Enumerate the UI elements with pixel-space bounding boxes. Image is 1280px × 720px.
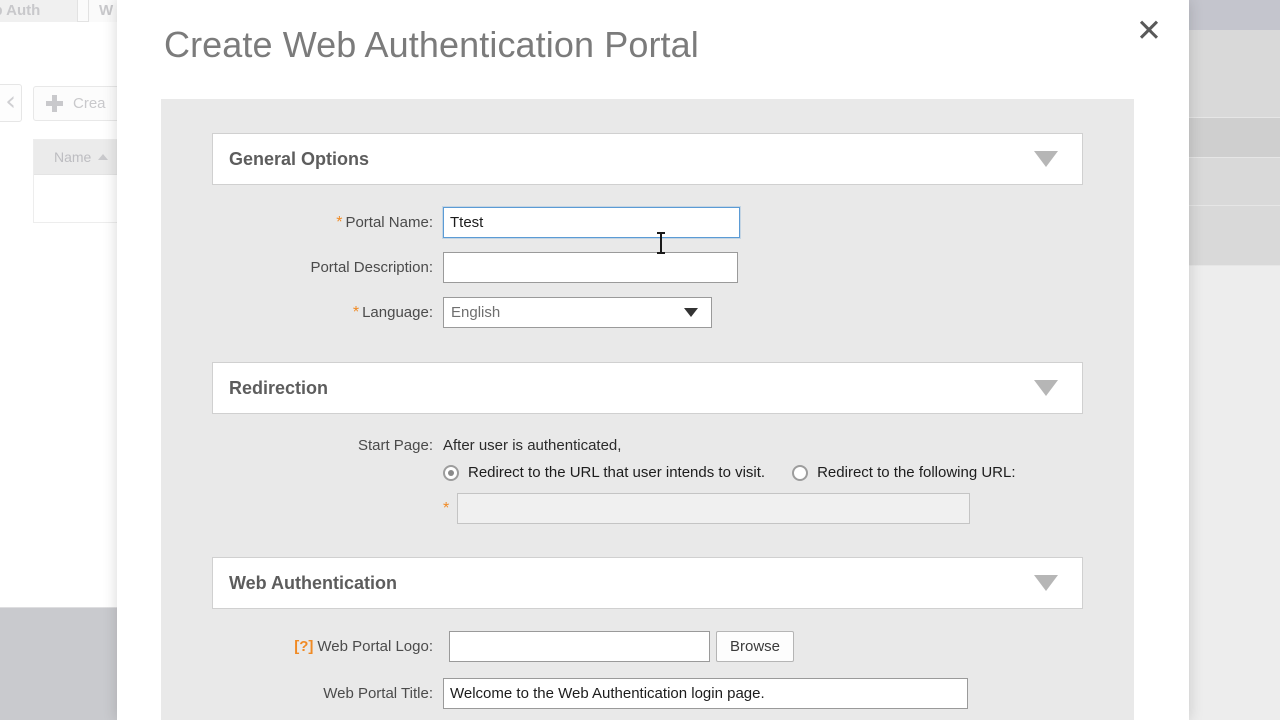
background-column-name: Name: [54, 149, 92, 165]
chevron-down-icon[interactable]: [1034, 151, 1058, 167]
section-header-general-options[interactable]: General Options: [212, 133, 1083, 185]
redirect-url-input[interactable]: [457, 493, 971, 524]
chevron-down-icon[interactable]: [1034, 575, 1058, 591]
language-select-value: English: [451, 304, 501, 321]
label-language-text: Language:: [362, 303, 433, 321]
background-right-row: [1189, 158, 1280, 206]
create-web-auth-portal-dialog: Create Web Authentication Portal ✕ Gener…: [117, 0, 1189, 720]
background-right-header: [1189, 0, 1280, 30]
label-web-portal-logo: [?] Web Portal Logo:: [212, 638, 443, 655]
background-right-row: [1189, 206, 1280, 266]
field-row-portal-name: * Portal Name:: [212, 207, 1134, 238]
label-web-portal-title: Web Portal Title:: [323, 685, 433, 702]
chevron-down-icon: [684, 308, 698, 317]
plus-icon: [46, 95, 63, 112]
background-create-label: Crea: [73, 95, 106, 112]
radio-redirect-following-url[interactable]: [792, 464, 809, 481]
background-right-row: [1189, 118, 1280, 158]
field-row-web-portal-logo: [?] Web Portal Logo: Browse: [212, 631, 1134, 662]
redirect-url-row: *: [443, 493, 1016, 524]
section-title-redirection: Redirection: [229, 377, 329, 398]
start-page-intro: After user is authenticated,: [443, 437, 622, 454]
radio-redirect-intended-url[interactable]: [443, 464, 459, 481]
radio-label-redirect-following-url[interactable]: Redirect to the following URL:: [817, 464, 1015, 481]
field-row-portal-description: Portal Description:: [212, 252, 1134, 283]
field-row-language: * Language: English: [212, 297, 1134, 328]
back-chevron-icon[interactable]: ‹: [0, 84, 22, 122]
portal-name-input[interactable]: [443, 207, 740, 238]
web-portal-title-input[interactable]: [443, 678, 968, 709]
section-title-general-options: General Options: [229, 148, 370, 169]
dialog-body: General Options *Portal Name: Portal Des…: [161, 99, 1134, 720]
mouse-text-cursor: [656, 231, 665, 254]
background-right-row: [1189, 30, 1280, 118]
field-row-web-portal-title: Web Portal Title:: [212, 678, 1134, 709]
web-portal-logo-input[interactable]: [449, 631, 710, 662]
sort-ascending-icon: [98, 154, 109, 160]
required-marker: *: [352, 303, 360, 321]
dialog-header: Create Web Authentication Portal ✕: [117, 0, 1189, 99]
section-header-web-authentication[interactable]: Web Authentication: [212, 557, 1083, 609]
section-header-redirection[interactable]: Redirection: [212, 362, 1083, 414]
required-marker: *: [443, 499, 450, 517]
start-page-options: After user is authenticated, Redirect to…: [443, 435, 1016, 524]
portal-description-input[interactable]: [443, 252, 738, 283]
radio-label-redirect-intended-url[interactable]: Redirect to the URL that user intends to…: [468, 464, 765, 481]
label-web-portal-logo-text: Web Portal Logo:: [317, 638, 433, 655]
label-portal-description: Portal Description:: [310, 259, 433, 276]
background-tab-web-auth[interactable]: eb Auth: [0, 0, 78, 22]
required-marker: *: [336, 213, 343, 231]
page-title: Create Web Authentication Portal: [164, 24, 699, 65]
start-page-radio-group: Redirect to the URL that user intends to…: [443, 464, 1016, 481]
field-row-start-page: Start Page: After user is authenticated,…: [212, 435, 1134, 524]
chevron-down-icon[interactable]: [1034, 380, 1058, 396]
label-language: * Language:: [212, 304, 443, 322]
label-portal-name: * Portal Name:: [212, 214, 443, 232]
close-icon[interactable]: ✕: [1129, 12, 1169, 52]
section-title-web-authentication: Web Authentication: [229, 572, 397, 593]
label-portal-name-text: Portal Name:: [345, 213, 433, 231]
label-start-page: Start Page:: [357, 437, 433, 454]
language-select[interactable]: English: [443, 297, 712, 328]
help-icon[interactable]: [?]: [294, 638, 313, 655]
browse-button[interactable]: Browse: [716, 631, 795, 662]
